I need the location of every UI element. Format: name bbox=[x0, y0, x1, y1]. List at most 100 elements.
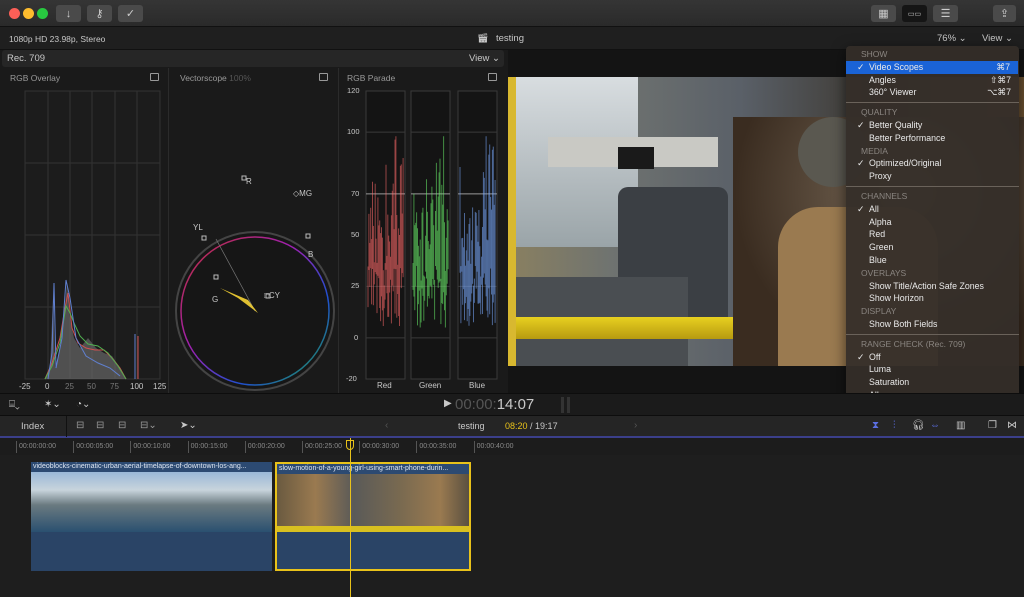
insert-clip-icon[interactable]: ⊟ bbox=[96, 420, 104, 431]
timeline-position: 08:20 / 19:17 bbox=[505, 421, 558, 431]
menu-item-overlay[interactable]: Show Horizon bbox=[846, 292, 1019, 305]
play-button[interactable]: ▶ bbox=[444, 398, 452, 409]
view-dropdown-menu: SHOW ✓ Video Scopes ⌘7 Angles ⇧⌘7 360° Viewer ⌥… bbox=[846, 46, 1019, 408]
playhead-handle[interactable] bbox=[346, 440, 354, 450]
share-icon: ⇪ bbox=[999, 8, 1010, 20]
back-arrow-icon[interactable]: ‹ bbox=[385, 420, 388, 431]
zoom-button[interactable] bbox=[37, 8, 48, 19]
retime-menu-icon[interactable]: ◔⌄ bbox=[76, 399, 90, 410]
menu-item-show[interactable]: ✓ Video Scopes ⌘7 bbox=[846, 60, 1018, 74]
transform-menu-icon[interactable]: ⌸⌄ bbox=[9, 399, 20, 410]
minimize-button[interactable] bbox=[23, 8, 34, 19]
position-value: 08:20 bbox=[505, 421, 528, 431]
audio-skimming-icon[interactable]: ⫶ bbox=[893, 420, 896, 431]
menu-item-channel[interactable]: Blue bbox=[846, 254, 1019, 267]
rgb-overlay-graph bbox=[24, 90, 161, 380]
zoom-menu[interactable]: 76% ⌄ bbox=[937, 33, 967, 44]
browser-layout-button[interactable]: ▦ bbox=[871, 5, 896, 22]
transitions-browser-icon[interactable]: ⋈ bbox=[1007, 420, 1017, 431]
color-standard: Rec. 709 bbox=[7, 53, 46, 64]
tick: 100 bbox=[130, 382, 144, 391]
ruler-label: 00:00:30:00 bbox=[362, 443, 400, 450]
checkmark-icon: ✓ bbox=[857, 158, 865, 169]
menu-item-quality[interactable]: ✓ Better Quality bbox=[846, 119, 1019, 132]
menu-item-overlay[interactable]: Show Title/Action Safe Zones bbox=[846, 280, 1019, 293]
menu-item-range[interactable]: Saturation bbox=[846, 376, 1019, 389]
snapping-icon[interactable]: ⇔ bbox=[930, 420, 940, 431]
playhead[interactable] bbox=[350, 438, 351, 597]
timeline-clip[interactable]: videoblocks-cinematic-urban-aerial-timel… bbox=[31, 462, 272, 571]
menu-item-quality[interactable]: Better Performance bbox=[846, 132, 1019, 145]
tick: -20 bbox=[346, 374, 357, 383]
menu-item-label: Show Title/Action Safe Zones bbox=[869, 280, 984, 291]
scopes-view-menu[interactable]: View ⌄ bbox=[469, 53, 500, 64]
effects-browser-icon[interactable]: ❐ bbox=[988, 420, 997, 431]
clip-name: videoblocks-cinematic-urban-aerial-timel… bbox=[31, 462, 272, 472]
tick: 125 bbox=[153, 382, 167, 391]
inspector-button[interactable]: ☰ bbox=[933, 5, 958, 22]
scopes-header: Rec. 709 View ⌄ bbox=[2, 50, 504, 67]
import-button[interactable]: ↓ bbox=[56, 5, 81, 22]
enhance-menu-icon[interactable]: ✶⌄ bbox=[44, 399, 61, 410]
view-menu[interactable]: View ⌄ bbox=[982, 33, 1013, 44]
keyword-button[interactable]: ⚷ bbox=[87, 5, 112, 22]
clip-appearance-icon[interactable]: ▥ bbox=[956, 420, 965, 431]
project-name: testing bbox=[496, 33, 524, 44]
menu-item-label: Red bbox=[869, 229, 886, 240]
skimming-icon[interactable]: ⧗ bbox=[872, 420, 879, 431]
menu-item-channel[interactable]: Alpha bbox=[846, 216, 1019, 229]
menu-item-label: Angles bbox=[869, 74, 896, 85]
ruler-label: 00:00:05:00 bbox=[76, 443, 114, 450]
timeline-layout-icon: ▭▭ bbox=[907, 10, 922, 18]
menu-item-range[interactable]: Luma bbox=[846, 363, 1019, 376]
checkmark-icon: ✓ bbox=[857, 61, 865, 72]
checkmark-icon: ✓ bbox=[857, 120, 865, 130]
overwrite-clip-icon[interactable]: ⊟⌄ bbox=[140, 420, 157, 431]
menu-item-label: 360° Viewer bbox=[869, 87, 917, 98]
share-button[interactable]: ⇪ bbox=[993, 5, 1016, 22]
menu-item-label: Video Scopes bbox=[869, 61, 924, 72]
menu-item-show[interactable]: 360° Viewer ⌥⌘7 bbox=[846, 86, 1019, 99]
close-button[interactable] bbox=[9, 8, 20, 19]
forward-arrow-icon[interactable]: › bbox=[634, 420, 637, 431]
background-tasks-button[interactable]: ✓ bbox=[118, 5, 143, 22]
timecode-display[interactable]: 00:00:14:07 bbox=[455, 396, 534, 413]
menu-item-display[interactable]: Show Both Fields bbox=[846, 318, 1019, 331]
timeline-clip-selected[interactable]: slow-motion-of-a-young-girl-using-smart-… bbox=[275, 462, 471, 571]
menu-item-channel[interactable]: Green bbox=[846, 241, 1019, 254]
timeline-layout-button[interactable]: ▭▭ bbox=[902, 5, 927, 22]
menu-item-media[interactable]: Proxy bbox=[846, 170, 1019, 183]
title-bar: ↓ ⚷ ✓ ▦ ▭▭ ☰ ⇪ bbox=[0, 0, 1024, 27]
select-tool-icon[interactable]: ➤⌄ bbox=[180, 420, 197, 431]
menu-item-label: Green bbox=[869, 242, 894, 253]
duration-value: 19:17 bbox=[535, 421, 558, 431]
checkmark-icon: ✓ bbox=[125, 8, 136, 20]
menu-item-media[interactable]: ✓ Optimized/Original bbox=[846, 157, 1019, 170]
menu-item-label: Blue bbox=[869, 255, 887, 265]
index-button[interactable]: Index bbox=[21, 421, 44, 432]
overlays-header: OVERLAYS bbox=[861, 267, 907, 278]
scopes-view-label: View bbox=[469, 53, 490, 64]
menu-item-label: Saturation bbox=[869, 377, 910, 388]
browser-layout-icon: ▦ bbox=[878, 8, 889, 20]
menu-item-show[interactable]: Angles ⇧⌘7 bbox=[846, 74, 1019, 87]
tick: 75 bbox=[110, 382, 119, 391]
ruler-label: 00:00:25:00 bbox=[305, 443, 342, 450]
timecode-dim: 00:00: bbox=[455, 396, 497, 413]
menu-item-label: Show Both Fields bbox=[869, 319, 938, 329]
menu-item-range[interactable]: ✓ Off bbox=[846, 351, 1019, 364]
solo-icon[interactable]: 🎧︎ bbox=[912, 420, 925, 431]
tick: 25 bbox=[351, 281, 360, 291]
audio-meter bbox=[561, 397, 564, 413]
menu-item-channel[interactable]: Red bbox=[846, 228, 1019, 241]
timecode-value: 14:07 bbox=[496, 396, 535, 413]
timeline-project-name: testing bbox=[458, 421, 485, 431]
tick: 0 bbox=[354, 332, 359, 342]
target-r: R bbox=[246, 177, 252, 186]
menu-item-label: Proxy bbox=[869, 171, 892, 182]
shortcut: ⌥⌘7 bbox=[987, 87, 1011, 98]
connect-clip-icon[interactable]: ⊟ bbox=[76, 420, 84, 431]
menu-item-channel[interactable]: ✓ All bbox=[846, 203, 1019, 216]
append-clip-icon[interactable]: ⊟ bbox=[118, 420, 126, 431]
target-mg-label: MG bbox=[299, 189, 313, 198]
